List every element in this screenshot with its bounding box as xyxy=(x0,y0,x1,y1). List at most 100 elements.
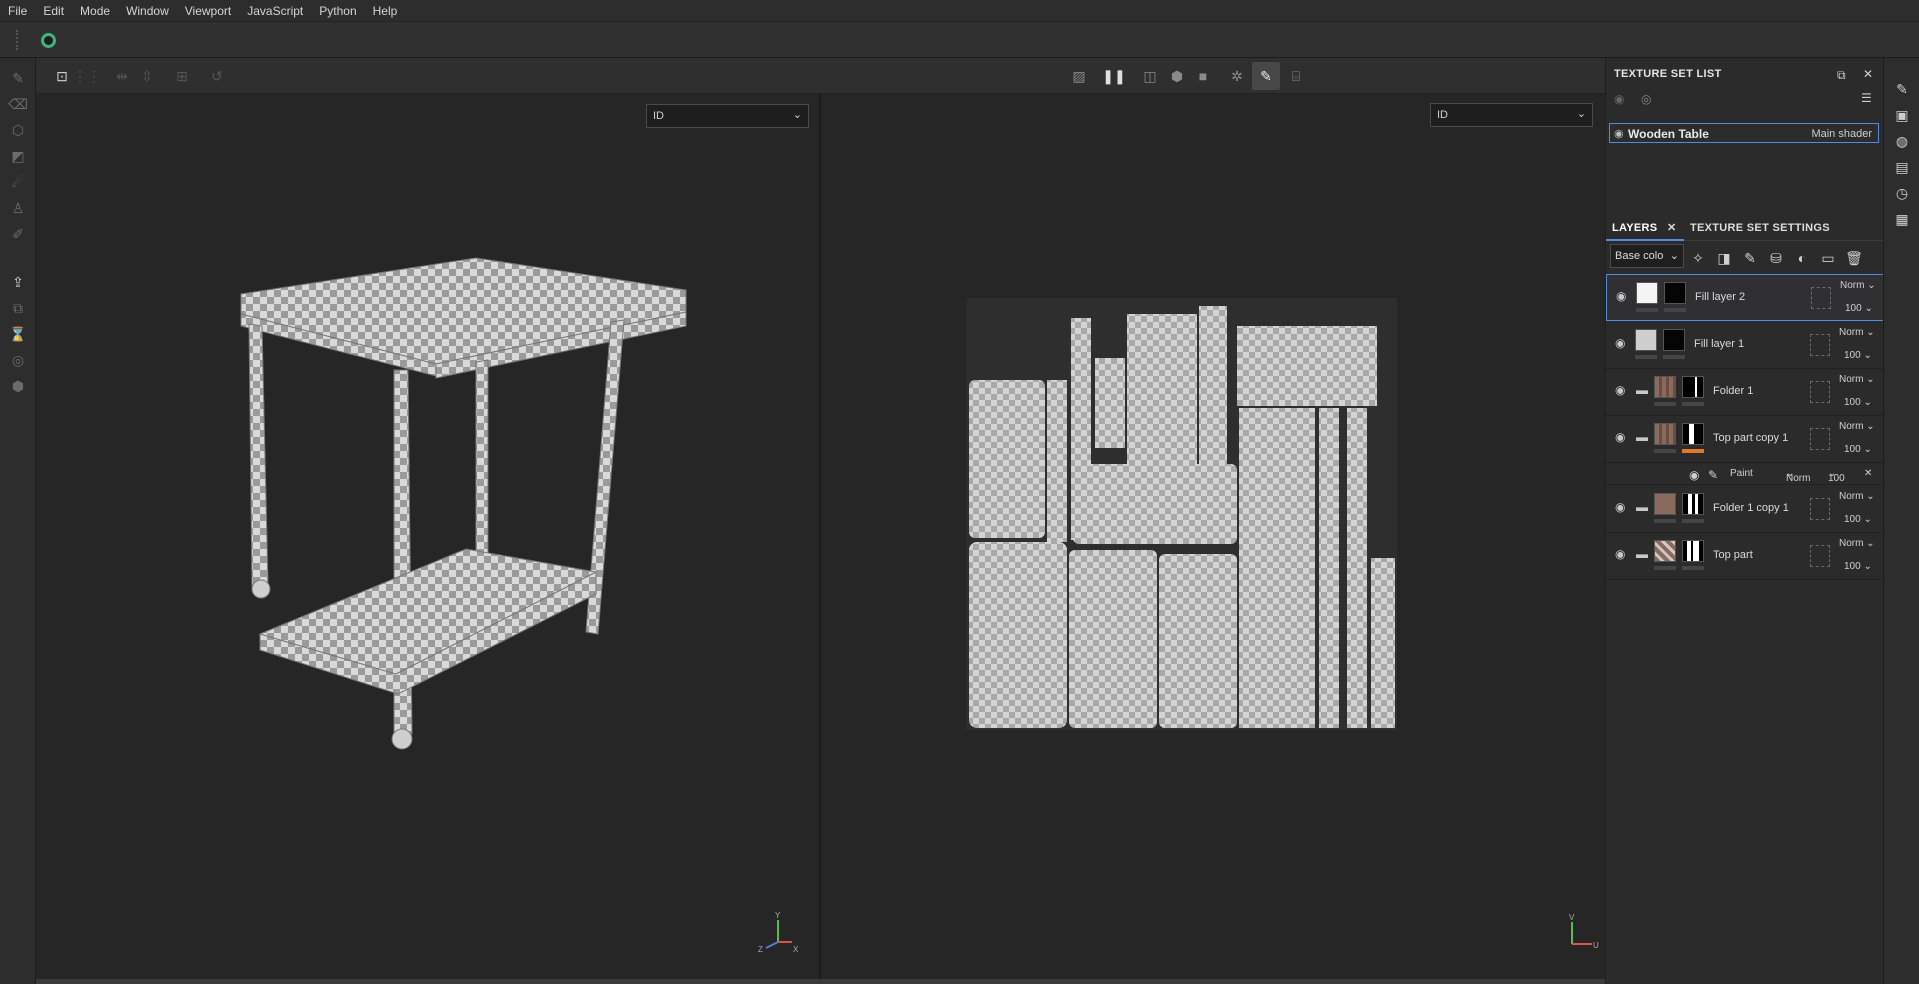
blend-mode-select[interactable]: Norm ⌄ xyxy=(1839,327,1875,338)
folder-row[interactable]: ◉ ▬ Top part copy 1 Norm ⌄ 100 ⌄ xyxy=(1606,416,1884,463)
folder-icon[interactable]: ▬ xyxy=(1636,383,1648,397)
color-picker-icon[interactable]: ✐ xyxy=(8,224,28,244)
tab-layers[interactable]: LAYERS xyxy=(1612,222,1657,234)
toolbar-grip[interactable] xyxy=(16,30,18,50)
folder-icon[interactable]: ▬ xyxy=(1636,430,1648,444)
display-settings-icon[interactable]: ◎ xyxy=(8,350,28,370)
undock-icon[interactable]: ⧉ xyxy=(1837,68,1846,83)
mask-thumbnail[interactable] xyxy=(1664,282,1686,304)
projection-icon[interactable]: ⬡ xyxy=(8,120,28,140)
environment-icon[interactable]: ◍ xyxy=(1893,132,1911,150)
blend-mode-select[interactable]: Norm ⌄ xyxy=(1840,280,1876,291)
menu-javascript[interactable]: JavaScript xyxy=(247,4,303,18)
clone-stamp-icon[interactable]: ♙ xyxy=(8,198,28,218)
viewport-3d[interactable]: ID ⌄ Y Z X xyxy=(36,94,819,979)
eye-icon[interactable]: ◉ xyxy=(1689,468,1699,482)
layer-row[interactable]: ◉ Fill layer 1 Norm ⌄ 100 ⌄ xyxy=(1606,322,1884,369)
camera-icon[interactable]: ■ xyxy=(1193,66,1213,86)
menu-python[interactable]: Python xyxy=(319,4,356,18)
brush-settings-icon[interactable]: ✎ xyxy=(1893,80,1911,98)
geometry-mask-icon[interactable] xyxy=(1810,545,1830,567)
add-effect-icon[interactable]: ✧ xyxy=(1688,248,1708,268)
eye-icon[interactable]: ◉ xyxy=(1615,383,1625,397)
polygon-fill-icon[interactable]: ◩ xyxy=(8,146,28,166)
eye-icon[interactable]: ◎ xyxy=(1641,92,1651,106)
mask-thumbnail[interactable] xyxy=(1682,493,1704,515)
mask-effect-row[interactable]: ◉ ✎ Paint Norm ⌄ 100 ⌄ ✕ xyxy=(1606,463,1884,485)
export-icon[interactable]: ⇪ xyxy=(8,272,28,292)
eye-icon[interactable]: ◉ xyxy=(1615,547,1625,561)
geometry-mask-icon[interactable] xyxy=(1811,287,1831,309)
frame-select-icon[interactable]: ⊡ xyxy=(52,66,72,86)
history-icon[interactable]: ◷ xyxy=(1893,184,1911,202)
display-settings-icon[interactable]: ▣ xyxy=(1893,106,1911,124)
paint-mode-icon[interactable]: ✎ xyxy=(1252,62,1280,90)
blend-mode-select[interactable]: Norm ⌄ xyxy=(1839,491,1875,502)
hourglass-icon[interactable]: ⌛ xyxy=(8,324,28,344)
package-icon[interactable]: ⬢ xyxy=(8,376,28,396)
opacity-value[interactable]: 100 ⌄ xyxy=(1844,397,1872,408)
menu-viewport[interactable]: Viewport xyxy=(185,4,231,18)
iray-icon[interactable]: ✲ xyxy=(1227,66,1247,86)
channel-select[interactable]: Base colo ⌄ xyxy=(1610,244,1684,268)
opacity-value[interactable]: 100 ⌄ xyxy=(1844,561,1872,572)
list-settings-icon[interactable]: ☰ xyxy=(1861,91,1872,105)
geometry-mask-icon[interactable] xyxy=(1810,428,1830,450)
hide-icon[interactable]: ▨ xyxy=(1069,66,1089,86)
eye-icon[interactable]: ◉ xyxy=(1616,289,1626,303)
smudge-icon[interactable]: ☄ xyxy=(8,172,28,192)
mask-thumbnail[interactable] xyxy=(1682,376,1704,398)
viewport-2d[interactable]: ID ⌄ V U xyxy=(821,94,1605,979)
mask-thumbnail[interactable] xyxy=(1682,423,1704,445)
geometry-mask-icon[interactable] xyxy=(1810,334,1830,356)
tab-texture-set-settings[interactable]: TEXTURE SET SETTINGS xyxy=(1690,222,1830,234)
layer-row[interactable]: ◉ Fill layer 2 Norm ⌄ 100 ⌄ xyxy=(1606,274,1884,321)
geometry-mask-icon[interactable] xyxy=(1810,498,1830,520)
add-icon[interactable]: ⊞ xyxy=(172,66,192,86)
eraser-icon[interactable]: ⌫ xyxy=(8,94,28,114)
mirror-x-icon[interactable]: ⇹ xyxy=(112,66,132,86)
cube-icon[interactable]: ⬢ xyxy=(1167,66,1187,86)
folder-row[interactable]: ◉ ▬ Folder 1 copy 1 Norm ⌄ 100 ⌄ xyxy=(1606,486,1884,533)
add-fill-layer-icon[interactable]: ⛁ xyxy=(1766,248,1786,268)
screenshot-icon[interactable]: ⌸ xyxy=(1286,66,1306,86)
blend-mode-select[interactable]: Norm ⌄ xyxy=(1839,374,1875,385)
add-smart-material-icon[interactable]: ◐ xyxy=(1792,248,1812,268)
effect-blend-select[interactable]: Norm ⌄ xyxy=(1786,468,1810,484)
add-folder-icon[interactable]: ▭ xyxy=(1818,248,1838,268)
folder-icon[interactable]: ▬ xyxy=(1636,500,1648,514)
add-mask-icon[interactable]: ◨ xyxy=(1714,248,1734,268)
reset-icon[interactable]: ↺ xyxy=(207,66,227,86)
add-paint-layer-icon[interactable]: ✎ xyxy=(1740,248,1760,268)
menu-edit[interactable]: Edit xyxy=(43,4,64,18)
blend-mode-select[interactable]: Norm ⌄ xyxy=(1839,538,1875,549)
opacity-value[interactable]: 100 ⌄ xyxy=(1844,444,1872,455)
pause-icon[interactable]: ❚❚ xyxy=(1102,66,1125,86)
eye-icon[interactable]: ◉ xyxy=(1614,127,1624,140)
hidden-eye-icon[interactable]: ◉ xyxy=(1614,92,1624,106)
folder-icon[interactable]: ▬ xyxy=(1636,547,1648,561)
viewport-2d-channel-select[interactable]: ID ⌄ xyxy=(1430,103,1593,127)
tab-close-icon[interactable]: ✕ xyxy=(1667,221,1677,234)
grid-icon[interactable]: ⋮⋮ xyxy=(73,66,101,86)
geometry-mask-icon[interactable] xyxy=(1810,381,1830,403)
eye-icon[interactable]: ◉ xyxy=(1615,336,1625,350)
log-icon[interactable]: ▦ xyxy=(1893,210,1911,228)
mirror-y-icon[interactable]: ⇳ xyxy=(137,66,157,86)
opacity-value[interactable]: 100 ⌄ xyxy=(1845,303,1873,314)
menu-mode[interactable]: Mode xyxy=(80,4,110,18)
mask-thumbnail[interactable] xyxy=(1663,329,1685,351)
menu-file[interactable]: File xyxy=(8,4,27,18)
view-mode-icon[interactable]: ◫ xyxy=(1140,66,1160,86)
eye-icon[interactable]: ◉ xyxy=(1615,430,1625,444)
close-icon[interactable]: ✕ xyxy=(1864,468,1872,479)
folder-row[interactable]: ◉ ▬ Top part Norm ⌄ 100 ⌄ xyxy=(1606,533,1884,580)
paint-brush-icon[interactable]: ✎ xyxy=(8,68,28,88)
folder-row[interactable]: ◉ ▬ Folder 1 Norm ⌄ 100 ⌄ xyxy=(1606,369,1884,416)
menu-help[interactable]: Help xyxy=(373,4,398,18)
delete-icon[interactable]: 🗑 xyxy=(1844,248,1864,268)
shelf-icon[interactable]: ▤ xyxy=(1893,158,1911,176)
effect-opacity[interactable]: 100 ⌄ xyxy=(1828,468,1845,484)
blend-mode-select[interactable]: Norm ⌄ xyxy=(1839,421,1875,432)
eye-icon[interactable]: ◉ xyxy=(1615,500,1625,514)
